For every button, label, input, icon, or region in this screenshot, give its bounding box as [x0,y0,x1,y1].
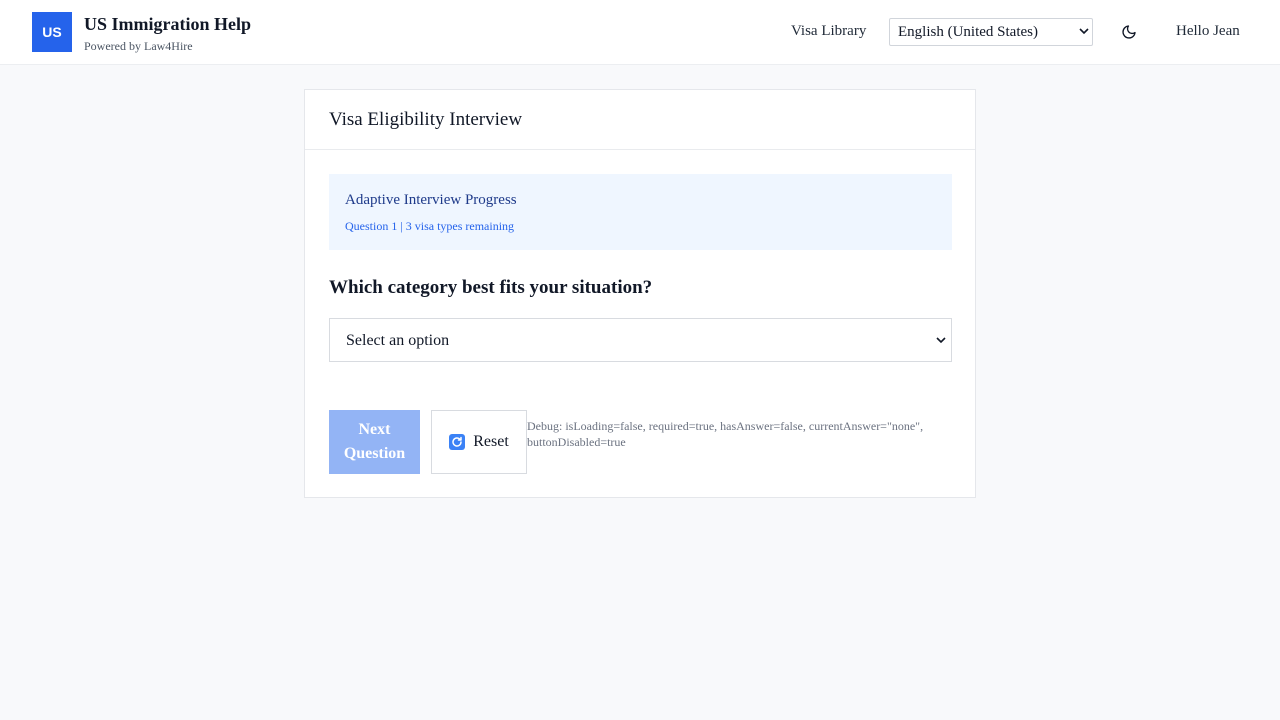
logo[interactable]: US [32,12,72,52]
moon-icon [1122,25,1136,39]
theme-toggle-button[interactable] [1119,22,1139,42]
debug-text: Debug: isLoading=false, required=true, h… [527,419,924,449]
question-text: Which category best fits your situation? [329,277,653,298]
next-question-button[interactable]: Next Question [329,410,420,474]
progress-status: Question 1 | 3 visa types remaining [345,219,515,233]
refresh-icon [449,434,466,450]
card-title: Visa Eligibility Interview [329,109,523,130]
language-select[interactable]: English (United States) [889,18,1093,46]
visa-library-link[interactable]: Visa Library [791,23,866,40]
progress-panel: Adaptive Interview Progress Question 1 |… [329,174,952,250]
answer-select[interactable]: Select an option [329,318,952,362]
user-greeting[interactable]: Hello Jean [1176,23,1240,40]
app-subtitle: Powered by Law4Hire [84,39,193,53]
reset-label: Reset [473,433,509,450]
app-title: US Immigration Help [84,14,252,34]
top-header: US US Immigration Help Powered by Law4Hi… [0,0,1280,65]
reset-button[interactable]: Reset [431,410,527,474]
progress-title: Adaptive Interview Progress [345,192,517,208]
card-header: Visa Eligibility Interview [305,90,975,150]
interview-card: Visa Eligibility Interview Adaptive Inte… [304,89,976,498]
